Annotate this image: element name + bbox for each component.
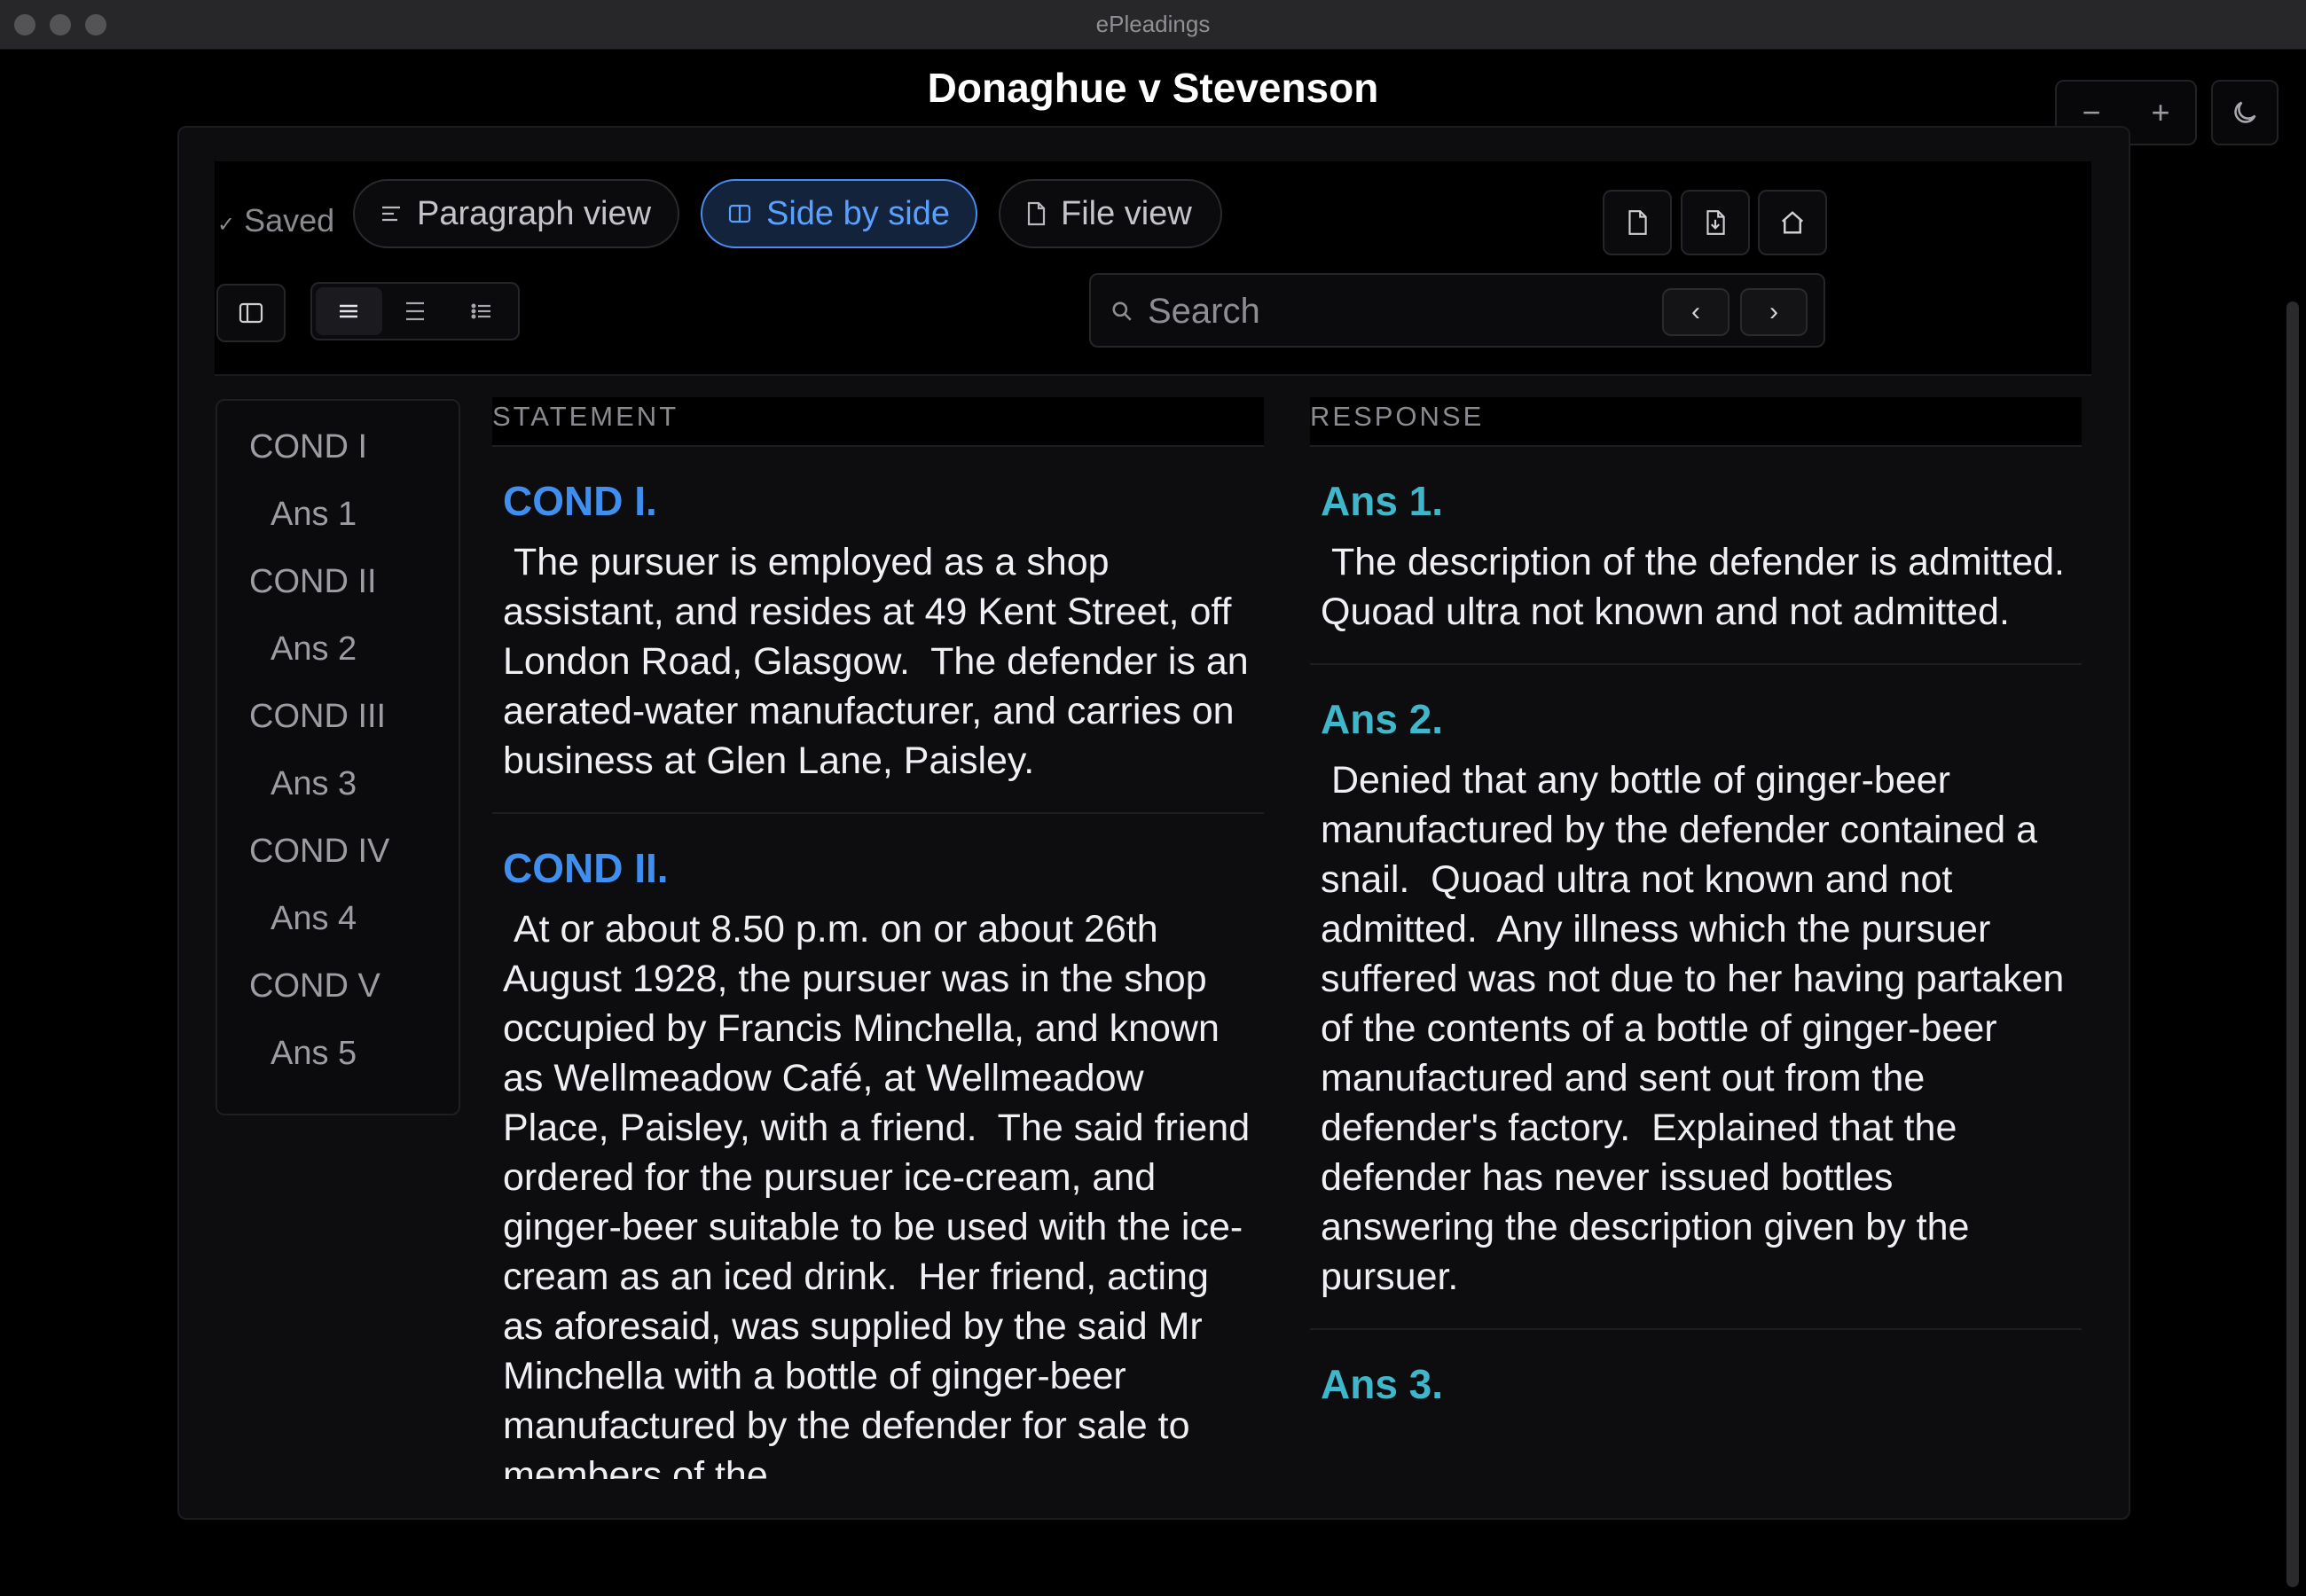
document-title: Donaghue v Stevenson bbox=[927, 65, 1379, 111]
outline-item-cond-1[interactable]: COND I bbox=[217, 420, 459, 488]
tab-paragraph-view[interactable]: Paragraph view bbox=[353, 179, 679, 248]
new-document-button[interactable] bbox=[1603, 190, 1672, 255]
tab-side-by-side-label: Side by side bbox=[766, 194, 951, 232]
statement-header: STATEMENT bbox=[492, 397, 1264, 447]
sidebar-icon bbox=[239, 302, 263, 324]
paragraph-text: At or about 8.50 p.m. on or about 26th A… bbox=[503, 908, 1261, 1479]
outline-item-ans-5[interactable]: Ans 5 bbox=[217, 1027, 459, 1094]
statement-paragraph[interactable]: COND II. At or about 8.50 p.m. on or abo… bbox=[492, 814, 1264, 1479]
tab-side-by-side[interactable]: Side by side bbox=[701, 179, 977, 248]
search-next-button[interactable]: › bbox=[1740, 288, 1808, 336]
density-list-button[interactable] bbox=[448, 287, 514, 335]
document-icon bbox=[1628, 210, 1647, 235]
window-titlebar: ePleadings bbox=[0, 0, 2306, 50]
lines-spaced-icon bbox=[406, 301, 424, 321]
paragraph-text: Denied that any bottle of ginger-beer ma… bbox=[1321, 759, 2075, 1298]
align-left-icon bbox=[380, 203, 403, 224]
columns-icon bbox=[727, 203, 752, 224]
outline-item-cond-3[interactable]: COND III bbox=[217, 690, 459, 757]
window-scrollbar[interactable] bbox=[2286, 301, 2299, 1587]
paragraph-heading: COND I. bbox=[503, 478, 657, 524]
paragraph-text: The pursuer is employed as a shop assist… bbox=[503, 541, 1259, 782]
save-status-label: Saved bbox=[244, 202, 335, 239]
bullet-list-icon bbox=[471, 303, 490, 319]
theme-toggle-button[interactable] bbox=[2211, 80, 2279, 145]
paragraph-heading: Ans 3. bbox=[1321, 1361, 1444, 1407]
paragraph-heading: Ans 2. bbox=[1321, 696, 1444, 742]
tab-file-view-label: File view bbox=[1061, 194, 1192, 232]
response-paragraph[interactable]: Ans 1. The description of the defender i… bbox=[1310, 447, 2082, 665]
home-button[interactable] bbox=[1758, 190, 1827, 255]
lines-compact-icon bbox=[340, 304, 358, 318]
outline-item-cond-5[interactable]: COND V bbox=[217, 959, 459, 1027]
paragraph-text: The description of the defender is admit… bbox=[1321, 541, 2065, 633]
outline-sidebar: COND I Ans 1 COND II Ans 2 COND III Ans … bbox=[216, 399, 460, 1115]
search-box: ‹ › bbox=[1089, 273, 1825, 348]
home-icon bbox=[1781, 211, 1804, 234]
density-toggle-group bbox=[310, 282, 520, 340]
search-input[interactable] bbox=[1146, 287, 1646, 335]
moon-icon bbox=[2234, 101, 2256, 123]
density-compact-button[interactable] bbox=[316, 287, 382, 335]
paragraph-heading: COND II. bbox=[503, 845, 669, 891]
outline-item-ans-2[interactable]: Ans 2 bbox=[217, 622, 459, 690]
file-icon bbox=[1025, 200, 1047, 227]
export-document-button[interactable] bbox=[1681, 190, 1750, 255]
paragraph-heading: Ans 1. bbox=[1321, 478, 1444, 524]
check-icon: ✓ bbox=[217, 213, 236, 237]
search-prev-button[interactable]: ‹ bbox=[1662, 288, 1730, 336]
file-download-icon bbox=[1706, 210, 1725, 235]
statement-column[interactable]: STATEMENT COND I. The pursuer is employe… bbox=[492, 397, 1264, 1479]
outline-item-cond-4[interactable]: COND IV bbox=[217, 825, 459, 892]
outline-item-ans-3[interactable]: Ans 3 bbox=[217, 757, 459, 825]
tab-paragraph-view-label: Paragraph view bbox=[417, 194, 652, 232]
density-normal-button[interactable] bbox=[382, 287, 449, 335]
search-icon bbox=[1110, 300, 1133, 327]
response-header: RESPONSE bbox=[1310, 397, 2082, 447]
tab-file-view[interactable]: File view bbox=[999, 179, 1222, 248]
save-status: ✓ Saved bbox=[217, 202, 334, 239]
outline-item-ans-1[interactable]: Ans 1 bbox=[217, 488, 459, 555]
sidebar-toggle-button[interactable] bbox=[216, 284, 286, 342]
response-column[interactable]: RESPONSE Ans 1. The description of the d… bbox=[1310, 397, 2082, 1470]
outline-item-cond-2[interactable]: COND II bbox=[217, 555, 459, 622]
response-paragraph[interactable]: Ans 2. Denied that any bottle of ginger-… bbox=[1310, 665, 2082, 1330]
outline-item-ans-4[interactable]: Ans 4 bbox=[217, 892, 459, 959]
statement-paragraph[interactable]: COND I. The pursuer is employed as a sho… bbox=[492, 447, 1264, 814]
window-title: ePleadings bbox=[1095, 11, 1211, 37]
zoom-in-button[interactable]: + bbox=[2151, 94, 2169, 131]
response-paragraph[interactable]: Ans 3. bbox=[1310, 1330, 2082, 1447]
